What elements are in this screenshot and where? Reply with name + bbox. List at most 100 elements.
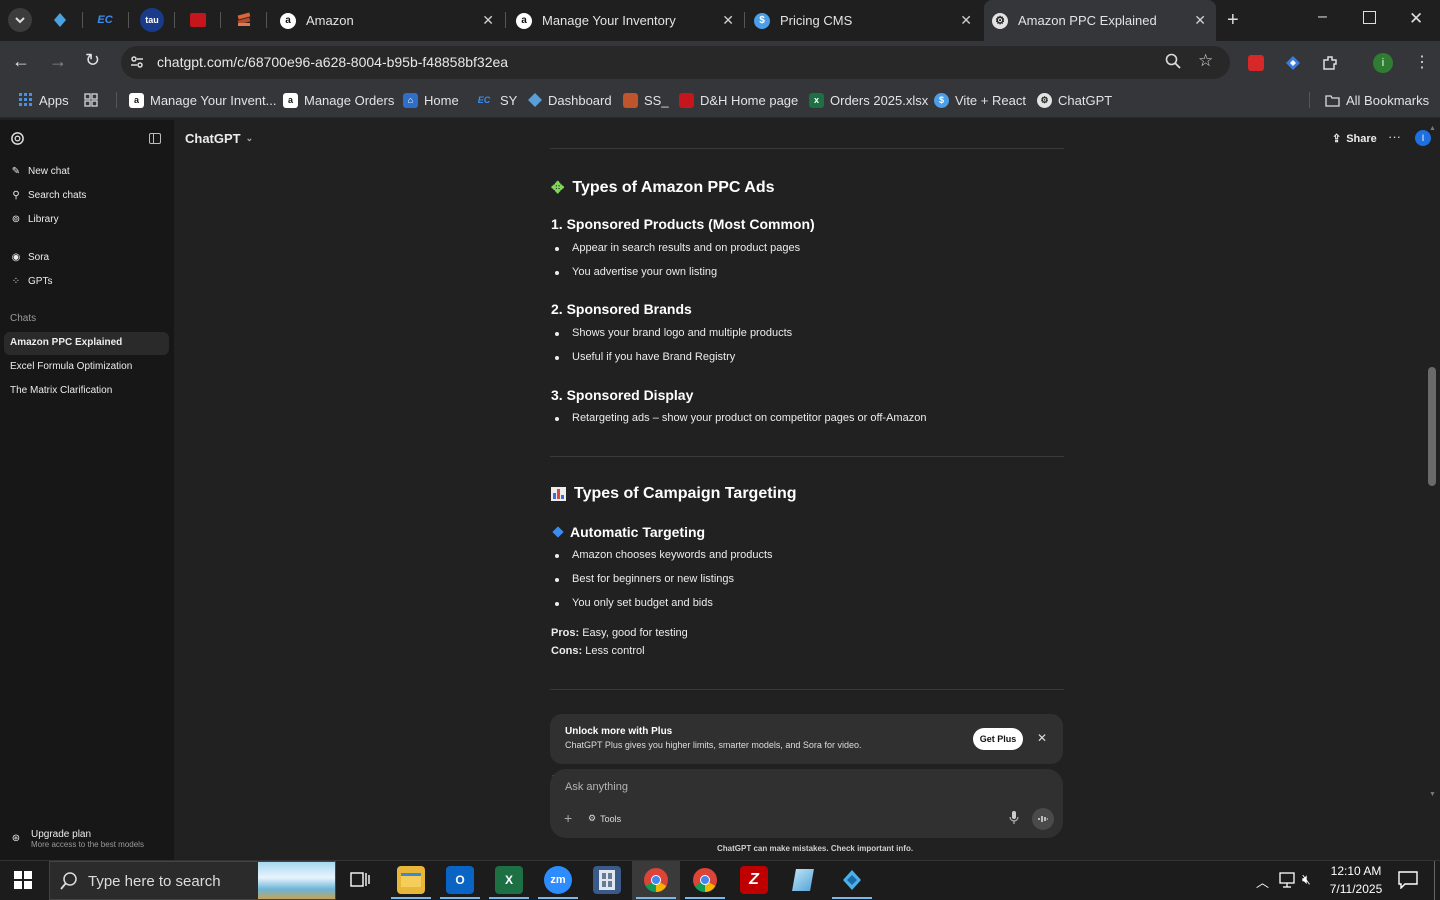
taskbar-search-placeholder: Type here to search xyxy=(88,873,221,890)
filezilla-icon[interactable]: Z xyxy=(740,866,768,894)
chat-item-matrix[interactable]: The Matrix Clarification xyxy=(10,385,112,396)
scroll-down-icon[interactable]: ▼ xyxy=(1429,791,1436,798)
sidebar-item-gpts[interactable]: ⁘ GPTs xyxy=(10,276,53,287)
chat-item-excel-formula[interactable]: Excel Formula Optimization xyxy=(10,361,132,372)
extension-puzzle-blue-icon[interactable] xyxy=(1285,55,1301,71)
pinned-tab-dh-icon[interactable] xyxy=(186,8,210,32)
chrome-icon[interactable] xyxy=(642,866,670,894)
minimize-icon[interactable]: – xyxy=(1318,8,1327,26)
chrome-menu-icon[interactable]: ⋮ xyxy=(1414,52,1430,72)
restore-icon[interactable] xyxy=(1363,11,1376,24)
network-icon[interactable] xyxy=(1279,872,1297,893)
bookmark-dashboard[interactable]: Dashboard xyxy=(527,91,612,109)
notifications-icon[interactable] xyxy=(1398,871,1418,894)
sidebar-item-sora[interactable]: ◉ Sora xyxy=(10,252,50,263)
bookmark-orders-xlsx[interactable]: x Orders 2025.xlsx xyxy=(809,91,928,109)
model-selector[interactable]: ChatGPT ⌄ xyxy=(185,131,253,146)
all-bookmarks[interactable]: All Bookmarks xyxy=(1325,91,1429,109)
bookmark-ss[interactable]: SS_ xyxy=(623,91,669,109)
chatgpt-icon: ⚙ xyxy=(992,12,1008,29)
close-icon[interactable]: ✕ xyxy=(960,12,972,29)
address-bar[interactable]: chatgpt.com/c/68700e96-a628-8004-b95b-f4… xyxy=(121,46,1230,79)
close-icon[interactable]: ✕ xyxy=(722,12,734,29)
sidebar-item-library[interactable]: ⊚ Library xyxy=(10,214,59,225)
excel-icon[interactable]: X xyxy=(495,866,523,894)
show-hidden-icons-icon[interactable]: ︿ xyxy=(1256,872,1269,891)
list-item: Appear in search results and on product … xyxy=(554,242,801,254)
volume-muted-icon[interactable]: 🔇︎ xyxy=(1302,871,1311,888)
extension-pdf-icon[interactable] xyxy=(1248,55,1264,71)
forward-icon[interactable]: → xyxy=(49,51,67,72)
amazon-icon: a xyxy=(280,12,296,29)
plus-icon[interactable]: + xyxy=(564,810,572,826)
windows-start-icon[interactable] xyxy=(14,871,32,894)
bookmark-tab-groups[interactable] xyxy=(83,91,104,109)
new-tab-icon[interactable]: + xyxy=(1227,9,1239,32)
section-title-campaign-targeting: Types of Campaign Targeting xyxy=(551,485,797,503)
close-window-icon[interactable]: ✕ xyxy=(1409,9,1423,29)
divider xyxy=(550,148,1064,149)
user-avatar[interactable]: I xyxy=(1415,130,1431,146)
dashboard-icon xyxy=(527,93,542,108)
sidebar-item-search-chats[interactable]: ⚲ Search chats xyxy=(10,190,86,201)
task-view-icon[interactable] xyxy=(350,871,370,894)
chatgpt-logo-icon[interactable] xyxy=(10,131,25,151)
show-desktop[interactable] xyxy=(1434,861,1435,900)
composer-input[interactable]: Ask anything xyxy=(565,781,628,793)
tools-button[interactable]: ⚙ Tools xyxy=(588,813,621,824)
back-icon[interactable]: ← xyxy=(12,51,30,72)
taskbar-search[interactable]: Type here to search xyxy=(49,861,336,900)
scroll-up-icon[interactable]: ▲ xyxy=(1429,125,1436,132)
tab-manage-inventory[interactable]: a Manage Your Inventory ✕ xyxy=(508,0,744,41)
file-explorer-icon[interactable] xyxy=(397,866,425,894)
profile-avatar[interactable]: i xyxy=(1373,53,1393,73)
notepad-icon[interactable] xyxy=(789,866,817,894)
ec-icon: EC xyxy=(477,95,491,105)
tab-title: Amazon PPC Explained xyxy=(1018,13,1157,28)
taskbar-time[interactable]: 12:10 AM xyxy=(1328,864,1384,878)
tab-amazon-ppc-explained[interactable]: ⚙ Amazon PPC Explained ✕ xyxy=(984,0,1216,41)
share-button[interactable]: ⇪ Share xyxy=(1332,132,1377,146)
bookmark-home[interactable]: ⌂ Home xyxy=(403,91,459,109)
close-icon[interactable]: ✕ xyxy=(1037,731,1047,745)
tab-pricing-cms[interactable]: $ Pricing CMS ✕ xyxy=(746,0,982,41)
bookmark-manage-inventory[interactable]: a Manage Your Invent... xyxy=(129,91,276,109)
site-settings-icon[interactable] xyxy=(129,54,145,75)
bookmark-chatgpt[interactable]: ⚙ ChatGPT xyxy=(1037,91,1112,109)
pinned-tab-app-diamond-icon[interactable] xyxy=(48,8,72,32)
puzzle-icon: ✥ xyxy=(551,180,565,197)
tab-search-chevron-icon[interactable] xyxy=(8,8,32,32)
bookmark-sy[interactable]: EC SY xyxy=(474,91,518,109)
chat-item-amazon-ppc[interactable]: Amazon PPC Explained xyxy=(10,337,122,348)
zoom-icon[interactable]: zm xyxy=(544,866,572,894)
more-options-icon[interactable]: ··· xyxy=(1388,129,1401,144)
zoom-icon[interactable] xyxy=(1165,53,1181,73)
bookmark-vite-react[interactable]: $ Vite + React xyxy=(934,91,1026,109)
scrollbar-thumb[interactable] xyxy=(1428,367,1436,486)
calculator-icon[interactable] xyxy=(593,866,621,894)
app-diamond-icon[interactable] xyxy=(838,866,866,894)
outlook-icon[interactable]: O xyxy=(446,866,474,894)
bookmark-apps[interactable]: Apps xyxy=(18,91,69,109)
bookmark-dh-home[interactable]: D&H Home page xyxy=(679,91,798,109)
taskbar-date[interactable]: 7/11/2025 xyxy=(1328,882,1384,896)
reload-icon[interactable]: ↻ xyxy=(85,50,100,71)
voice-mode-button[interactable] xyxy=(1032,808,1054,830)
pinned-tab-ec-icon[interactable]: EC xyxy=(93,8,117,32)
voice-waveform-icon xyxy=(1038,816,1048,822)
dollar-icon: $ xyxy=(754,12,770,29)
tab-amazon[interactable]: a Amazon ✕ xyxy=(272,0,504,41)
pinned-tab-stack-icon[interactable] xyxy=(232,8,256,32)
close-icon[interactable]: ✕ xyxy=(1194,12,1206,29)
pinned-tab-tau-icon[interactable]: tau xyxy=(140,8,164,32)
bookmark-manage-orders[interactable]: a Manage Orders xyxy=(283,91,394,109)
microphone-icon[interactable] xyxy=(1009,811,1019,827)
get-plus-button[interactable]: Get Plus xyxy=(973,728,1023,750)
sidebar-toggle-icon[interactable] xyxy=(149,133,161,144)
upgrade-plan[interactable]: ⊛ Upgrade plan More access to the best m… xyxy=(10,829,144,849)
chrome-icon[interactable] xyxy=(691,866,719,894)
close-icon[interactable]: ✕ xyxy=(482,12,494,29)
bookmark-star-icon[interactable]: ☆ xyxy=(1198,51,1213,71)
sidebar-item-new-chat[interactable]: ✎ New chat xyxy=(10,166,70,177)
extensions-icon[interactable] xyxy=(1321,54,1339,77)
